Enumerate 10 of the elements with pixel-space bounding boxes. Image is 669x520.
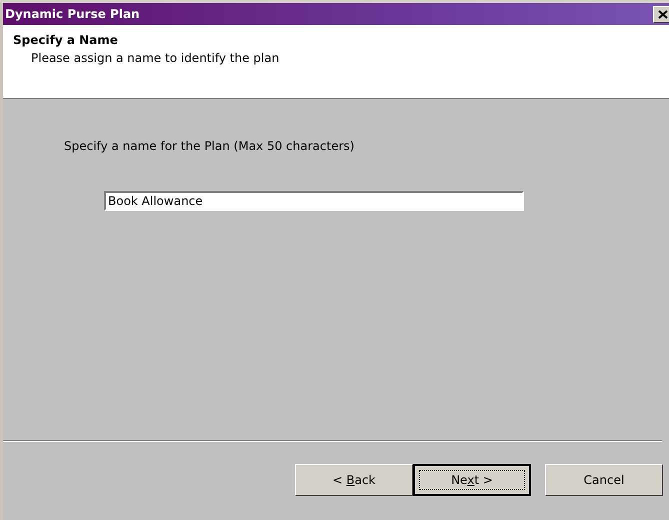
- wizard-button[interactable]: < Back: [295, 464, 413, 496]
- header-title: Specify a Name: [13, 33, 118, 47]
- window-title: Dynamic Purse Plan: [5, 7, 140, 21]
- header-subtitle: Please assign a name to identify the plan: [31, 51, 280, 65]
- wizard-button[interactable]: Cancel: [545, 464, 663, 496]
- name-input-field[interactable]: Book Allowance: [104, 191, 524, 211]
- close-icon: [658, 10, 668, 18]
- wizard-button[interactable]: Next >: [413, 464, 531, 496]
- field-label: Specify a name for the Plan (Max 50 characters): [64, 139, 354, 153]
- close-button[interactable]: [653, 6, 669, 22]
